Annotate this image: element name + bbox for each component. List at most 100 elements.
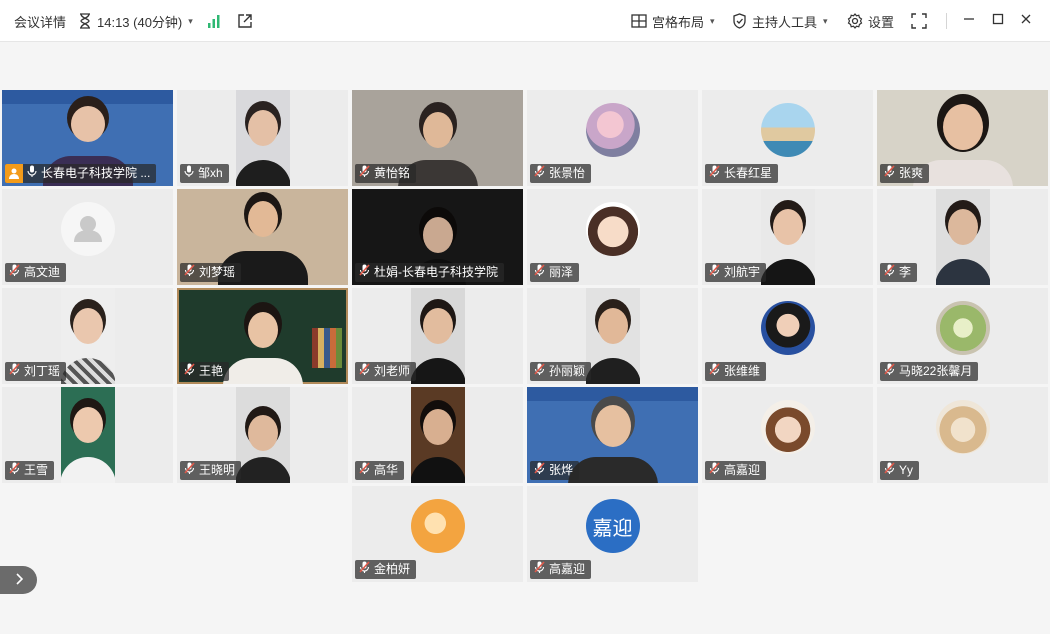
microphone-muted-icon: [359, 560, 370, 579]
microphone-muted-icon: [184, 461, 195, 480]
microphone-muted-icon: [884, 461, 895, 480]
participant-tile[interactable]: 杜娟-长春电子科技学院: [352, 189, 523, 285]
name-tag: 杜娟-长春电子科技学院: [355, 263, 504, 282]
participant-video: [60, 387, 115, 483]
participant-name: 刘丁瑶: [24, 364, 61, 378]
woman-photo-avatar: [760, 301, 815, 355]
participant-tile[interactable]: 长春红星: [702, 90, 873, 186]
external-link-icon: [237, 13, 253, 29]
name-tag: 长春电子科技学院 ...: [5, 164, 157, 183]
microphone-muted-icon: [9, 362, 20, 381]
participant-tile[interactable]: 金柏妍: [352, 486, 523, 582]
cartoon-girl-avatar: [585, 202, 640, 256]
minimize-button[interactable]: [957, 8, 981, 32]
close-button[interactable]: [1014, 8, 1038, 32]
participant-tile[interactable]: 刘老师: [352, 288, 523, 384]
divider: [946, 13, 947, 29]
participant-tile[interactable]: 刘丁瑶: [2, 288, 173, 384]
participant-video: [60, 288, 115, 384]
name-tag: 王艳: [180, 362, 230, 381]
participant-name: 王晓明: [199, 463, 236, 477]
participant-name: 张景怡: [549, 166, 586, 180]
meeting-details-label: 会议详情: [14, 14, 67, 30]
microphone-muted-icon: [534, 461, 545, 480]
participant-tile[interactable]: Yy: [877, 387, 1048, 483]
maximize-button[interactable]: [986, 8, 1010, 32]
participant-tile[interactable]: 张爽: [877, 90, 1048, 186]
participant-video: [585, 288, 640, 384]
microphone-muted-icon: [359, 362, 370, 381]
microphone-muted-icon: [9, 263, 20, 282]
fullscreen-icon: [911, 13, 927, 29]
participant-name: 李: [899, 265, 912, 279]
participant-tile[interactable]: 长春电子科技学院 ...: [2, 90, 173, 186]
participant-name: 金柏妍: [374, 562, 411, 576]
participant-tile[interactable]: 高嘉迎: [702, 387, 873, 483]
microphone-muted-icon: [709, 263, 720, 282]
participant-tile[interactable]: 黄怡铭: [352, 90, 523, 186]
microphone-icon: [184, 164, 194, 183]
layout-button[interactable]: 宫格布局 ▾: [631, 0, 715, 42]
participant-tile[interactable]: 张景怡: [527, 90, 698, 186]
participant-tile[interactable]: 孙丽颖: [527, 288, 698, 384]
participant-tile[interactable]: 王晓明: [177, 387, 348, 483]
name-tag: 刘梦瑶: [180, 263, 242, 282]
participant-name: 刘老师: [374, 364, 411, 378]
participant-video: [235, 90, 290, 186]
settings-button[interactable]: 设置: [847, 0, 894, 42]
meeting-timer[interactable]: 14:13 (40分钟) ▾: [78, 0, 193, 42]
orange-avatar: [410, 499, 465, 553]
green-food-avatar: [935, 301, 990, 355]
network-signal-button[interactable]: [207, 0, 221, 42]
microphone-muted-icon: [884, 164, 895, 183]
participant-tile[interactable]: 王雪: [2, 387, 173, 483]
name-tag: 高嘉迎: [530, 560, 592, 579]
participant-video: [410, 387, 465, 483]
participant-tile[interactable]: 张烨: [527, 387, 698, 483]
participant-tile[interactable]: 高文迪: [2, 189, 173, 285]
fullscreen-button[interactable]: [911, 0, 927, 42]
participant-name: 王雪: [24, 463, 49, 477]
participant-tile[interactable]: 嘉迎 高嘉迎: [527, 486, 698, 582]
participant-tile[interactable]: 刘航宇: [702, 189, 873, 285]
meeting-details-button[interactable]: 会议详情: [14, 0, 66, 42]
participant-tile[interactable]: 刘梦瑶: [177, 189, 348, 285]
settings-label: 设置: [868, 14, 895, 30]
chevron-down-icon: ▾: [188, 15, 193, 26]
participant-name: Yy: [899, 463, 914, 477]
participant-tile[interactable]: 张维维: [702, 288, 873, 384]
chevron-down-icon: ▾: [710, 15, 715, 26]
name-tag: 张烨: [530, 461, 580, 480]
participant-video: [235, 387, 290, 483]
name-tag: 李: [880, 263, 918, 282]
participant-name: 王艳: [199, 364, 224, 378]
participant-tile[interactable]: 丽泽: [527, 189, 698, 285]
host-tools-button[interactable]: 主持人工具 ▾: [732, 0, 828, 42]
name-tag: 黄怡铭: [355, 164, 417, 183]
chevron-right-icon: [15, 572, 23, 588]
participant-name: 邹xh: [198, 166, 223, 180]
participant-tile[interactable]: 邹xh: [177, 90, 348, 186]
name-tag: 邹xh: [180, 164, 229, 183]
name-tag: 丽泽: [530, 263, 580, 282]
expand-sidebar-button[interactable]: [0, 566, 37, 594]
minimize-icon: [963, 13, 975, 28]
default-user-avatar: [60, 202, 115, 256]
shield-check-icon: [732, 13, 747, 29]
microphone-muted-icon: [534, 560, 545, 579]
microphone-muted-icon: [184, 362, 195, 381]
cartoon-boy-avatar: [760, 400, 815, 454]
popout-button[interactable]: [237, 0, 253, 42]
participant-tile[interactable]: 马晓22张馨月: [877, 288, 1048, 384]
participant-tile[interactable]: 王艳: [177, 288, 348, 384]
microphone-muted-icon: [534, 263, 545, 282]
close-icon: [1020, 13, 1032, 28]
participant-name: 刘航宇: [724, 265, 761, 279]
participant-name: 刘梦瑶: [199, 265, 236, 279]
participant-name: 高嘉迎: [724, 463, 761, 477]
participant-tile[interactable]: 李: [877, 189, 1048, 285]
participant-tile[interactable]: 高华: [352, 387, 523, 483]
timer-text: 14:13 (40分钟): [97, 14, 183, 30]
video-gallery: 长春电子科技学院 ... 邹xh 黄怡铭 张景怡 长春红星 张爽 高文迪 刘梦瑶…: [0, 42, 1050, 634]
text-avatar: 嘉迎: [585, 499, 640, 553]
